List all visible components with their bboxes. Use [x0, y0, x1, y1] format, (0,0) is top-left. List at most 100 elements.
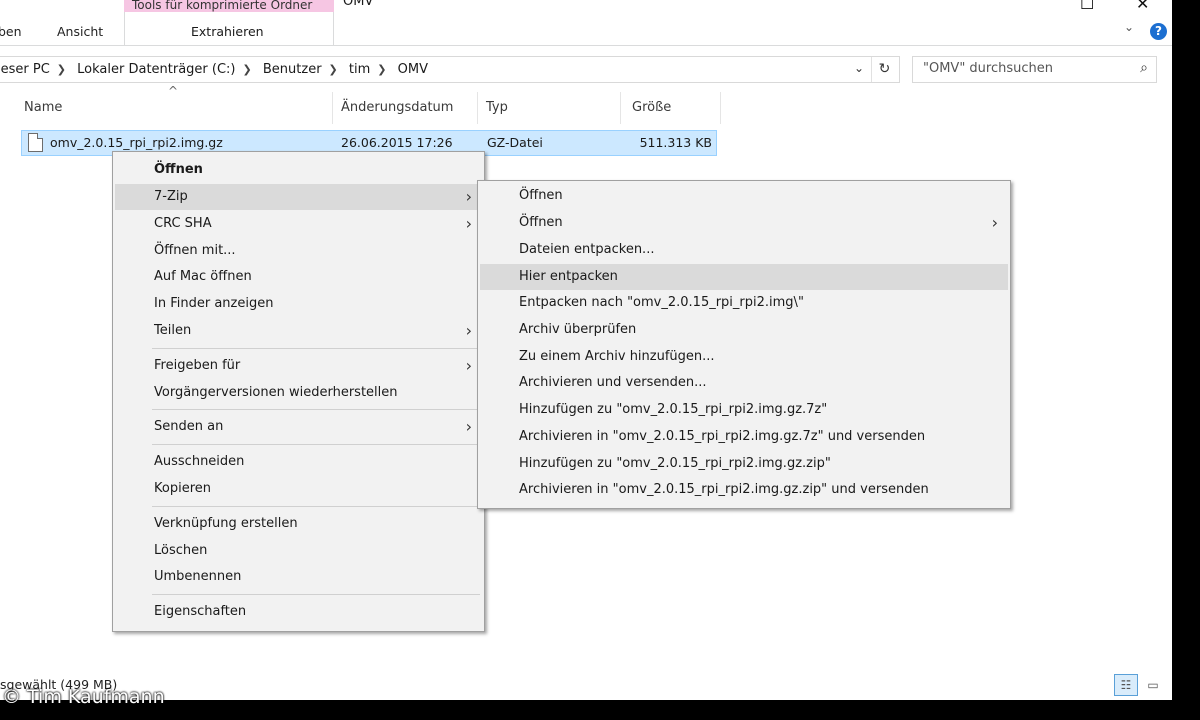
contextual-tab-group: Tools für komprimierte Ordner Extrahiere…: [124, 0, 334, 46]
column-header-size-label: Größe: [632, 100, 672, 115]
tab-share[interactable]: ben: [0, 24, 22, 39]
menu-item-send-to[interactable]: Senden an ›: [115, 414, 482, 440]
breadcrumb-drive-c[interactable]: Lokaler Datenträger (C:): [77, 62, 235, 77]
7zip-test-archive[interactable]: Archiv überprüfen: [480, 317, 1008, 343]
7zip-add-to-archive[interactable]: Zu einem Archiv hinzufügen...: [480, 344, 1008, 370]
menu-item-label: Vorgängerversionen wiederherstellen: [154, 385, 398, 400]
file-size: 511.313 KB: [639, 135, 712, 150]
submenu-arrow-icon: ›: [465, 321, 472, 340]
file-name: omv_2.0.15_rpi_rpi2.img.gz: [50, 135, 223, 150]
tab-extract[interactable]: Extrahieren: [124, 12, 334, 46]
menu-item-properties[interactable]: Eigenschaften: [115, 599, 482, 625]
explorer-window: ben Ansicht Tools für komprimierte Ordne…: [0, 0, 1172, 700]
menu-separator: [152, 594, 480, 595]
menu-item-label: 7-Zip: [154, 189, 188, 204]
breadcrumb-this-pc[interactable]: ieser PC: [0, 62, 50, 77]
column-header-name-label: Name: [24, 100, 63, 115]
menu-item-label: In Finder anzeigen: [154, 296, 274, 311]
7zip-add-to-zip[interactable]: Hinzufügen zu "omv_2.0.15_rpi_rpi2.img.g…: [480, 451, 1008, 477]
column-header-name[interactable]: Name: [0, 92, 333, 124]
menu-item-label: Löschen: [154, 543, 208, 558]
search-input[interactable]: [923, 61, 1123, 76]
chevron-right-icon[interactable]: ❯: [329, 63, 338, 76]
file-type: GZ-Datei: [487, 135, 543, 150]
chevron-right-icon[interactable]: ❯: [243, 63, 252, 76]
close-icon[interactable]: ✕: [1136, 0, 1149, 13]
large-icons-view-icon[interactable]: ▭: [1141, 674, 1165, 696]
window-title: OMV: [343, 0, 374, 9]
7zip-open[interactable]: Öffnen: [480, 183, 1008, 209]
menu-item-label: Archivieren in "omv_2.0.15_rpi_rpi2.img.…: [519, 482, 929, 497]
menu-item-open-with[interactable]: Öffnen mit...: [115, 238, 482, 264]
menu-item-7zip[interactable]: 7-Zip ›: [115, 184, 482, 210]
7zip-extract-files[interactable]: Dateien entpacken...: [480, 237, 1008, 263]
breadcrumb: ieser PC ❯ Lokaler Datenträger (C:) ❯ Benu…: [0, 62, 435, 77]
breadcrumb-users[interactable]: Benutzer: [263, 62, 322, 77]
menu-item-label: Öffnen: [519, 215, 563, 230]
menu-item-copy[interactable]: Kopieren: [115, 476, 482, 502]
menu-item-label: Kopieren: [154, 481, 211, 496]
menu-item-cut[interactable]: Ausschneiden: [115, 449, 482, 475]
help-icon[interactable]: ?: [1150, 23, 1167, 40]
chevron-right-icon[interactable]: ❯: [377, 63, 386, 76]
file-date: 26.06.2015 17:26: [341, 135, 453, 150]
menu-item-label: Verknüpfung erstellen: [154, 516, 298, 531]
7zip-add-to-7z[interactable]: Hinzufügen zu "omv_2.0.15_rpi_rpi2.img.g…: [480, 397, 1008, 423]
menu-item-label: Hinzufügen zu "omv_2.0.15_rpi_rpi2.img.g…: [519, 402, 828, 417]
submenu-arrow-icon: ›: [991, 213, 998, 232]
menu-item-label: Öffnen mit...: [154, 243, 236, 258]
breadcrumb-omv[interactable]: OMV: [398, 62, 428, 77]
menu-item-label: Senden an: [154, 419, 224, 434]
address-history-dropdown-icon[interactable]: ⌄: [854, 61, 864, 75]
menu-item-rename[interactable]: Umbenennen: [115, 564, 482, 590]
7zip-compress-and-email[interactable]: Archivieren und versenden...: [480, 370, 1008, 396]
column-header-type-label: Typ: [486, 100, 508, 115]
menu-item-delete[interactable]: Löschen: [115, 538, 482, 564]
ribbon-expand-chevron-icon[interactable]: ⌄: [1124, 20, 1134, 34]
column-header-date-label: Änderungsdatum: [341, 100, 454, 115]
menu-item-give-access[interactable]: Freigeben für ›: [115, 353, 482, 379]
address-bar[interactable]: ieser PC ❯ Lokaler Datenträger (C:) ❯ Benu…: [0, 56, 900, 83]
menu-item-create-shortcut[interactable]: Verknüpfung erstellen: [115, 511, 482, 537]
file-icon: [28, 133, 43, 152]
menu-item-label: CRC SHA: [154, 216, 212, 231]
menu-item-label: Auf Mac öffnen: [154, 269, 252, 284]
search-box[interactable]: ⌕: [912, 56, 1157, 83]
submenu-arrow-icon: ›: [465, 417, 472, 436]
7zip-open-as[interactable]: Öffnen ›: [480, 210, 1008, 236]
submenu-arrow-icon: ›: [465, 356, 472, 375]
menu-item-label: Dateien entpacken...: [519, 242, 655, 257]
menu-item-label: Eigenschaften: [154, 604, 247, 619]
menu-item-share[interactable]: Teilen ›: [115, 318, 482, 344]
column-header-date[interactable]: Änderungsdatum: [333, 92, 478, 124]
menu-separator: [152, 444, 480, 445]
menu-item-crc-sha[interactable]: CRC SHA ›: [115, 211, 482, 237]
menu-item-restore-previous-versions[interactable]: Vorgängerversionen wiederherstellen: [115, 380, 482, 406]
menu-item-open[interactable]: Öffnen: [115, 157, 482, 183]
ribbon: ben Ansicht Tools für komprimierte Ordne…: [0, 0, 1172, 46]
tab-extract-label: Extrahieren: [191, 24, 264, 39]
7zip-extract-here[interactable]: Hier entpacken: [480, 264, 1008, 290]
menu-item-label: Archiv überprüfen: [519, 322, 637, 337]
column-header-size[interactable]: Größe: [621, 92, 721, 124]
menu-item-label: Archivieren und versenden...: [519, 375, 707, 390]
7zip-extract-to-folder[interactable]: Entpacken nach "omv_2.0.15_rpi_rpi2.img\…: [480, 290, 1008, 316]
search-icon[interactable]: ⌕: [1140, 60, 1148, 76]
breadcrumb-tim[interactable]: tim: [349, 62, 370, 77]
menu-item-label: Öffnen: [519, 188, 563, 203]
7zip-submenu: Öffnen Öffnen › Dateien entpacken... Hier…: [477, 180, 1011, 509]
details-view-icon[interactable]: ☷: [1114, 674, 1138, 696]
maximize-icon[interactable]: ☐: [1080, 0, 1094, 13]
7zip-compress-zip-and-email[interactable]: Archivieren in "omv_2.0.15_rpi_rpi2.img.…: [480, 477, 1008, 503]
menu-separator: [152, 409, 480, 410]
column-header-type[interactable]: Typ: [478, 92, 621, 124]
7zip-compress-7z-and-email[interactable]: Archivieren in "omv_2.0.15_rpi_rpi2.img.…: [480, 424, 1008, 450]
chevron-right-icon[interactable]: ❯: [57, 63, 66, 76]
menu-item-show-in-finder[interactable]: In Finder anzeigen: [115, 291, 482, 317]
menu-item-label: Entpacken nach "omv_2.0.15_rpi_rpi2.img\…: [519, 295, 804, 310]
menu-separator: [152, 506, 480, 507]
menu-item-open-on-mac[interactable]: Auf Mac öffnen: [115, 264, 482, 290]
refresh-icon[interactable]: ↻: [871, 57, 897, 82]
menu-item-label: Archivieren in "omv_2.0.15_rpi_rpi2.img.…: [519, 429, 926, 444]
tab-view[interactable]: Ansicht: [57, 24, 103, 39]
